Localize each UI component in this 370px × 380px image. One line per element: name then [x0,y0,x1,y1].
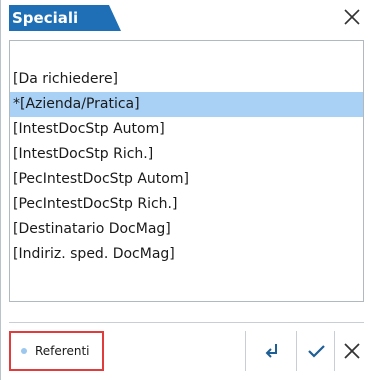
list-item-label: [PecIntestDocStp Autom] [13,171,189,187]
list-item-label: [IntestDocStp Autom] [13,121,165,137]
list-item[interactable]: [Destinatario DocMag] [10,217,363,242]
dialog-title: Speciali [12,9,79,27]
checkmark-icon[interactable] [302,337,330,365]
list-item-label: [IntestDocStp Rich.] [13,146,154,162]
list-item[interactable]: [Da richiedere] [10,67,363,92]
list-item-label: [Destinatario DocMag] [13,221,171,237]
list-item[interactable]: [PecIntestDocStp Rich.] [10,192,363,217]
footer-divider [296,331,297,371]
special-items-list-panel: [Da richiedere] *[Azienda/Pratica] [Inte… [9,40,364,302]
list-item[interactable]: [PecIntestDocStp Autom] [10,167,363,192]
referenti-dot-icon [21,348,27,354]
list-item-label: [Indiriz. sped. DocMag] [13,246,175,262]
speciali-dialog: Speciali [Da richiedere] *[Azienda/Prati… [0,0,370,380]
close-icon[interactable] [338,337,366,365]
list-item[interactable]: [Indiriz. sped. DocMag] [10,242,363,267]
list-item-selected[interactable]: *[Azienda/Pratica] [10,92,363,117]
list-item-label: [Da richiedere] [13,71,119,87]
list-item-label: *[Azienda/Pratica] [13,96,140,112]
footer-divider [334,331,335,371]
title-bar: Speciali [1,0,370,36]
enter-icon[interactable] [258,337,286,365]
special-items-list: [Da richiedere] *[Azienda/Pratica] [Inte… [10,67,363,267]
footer-bar: Referenti [9,322,364,374]
footer-divider [245,331,246,371]
list-item[interactable]: [IntestDocStp Autom] [10,117,363,142]
list-item-label: [PecIntestDocStp Rich.] [13,196,178,212]
referenti-label: Referenti [35,344,90,358]
referenti-button[interactable]: Referenti [9,331,104,371]
close-icon[interactable] [342,7,362,27]
list-item[interactable]: [IntestDocStp Rich.] [10,142,363,167]
